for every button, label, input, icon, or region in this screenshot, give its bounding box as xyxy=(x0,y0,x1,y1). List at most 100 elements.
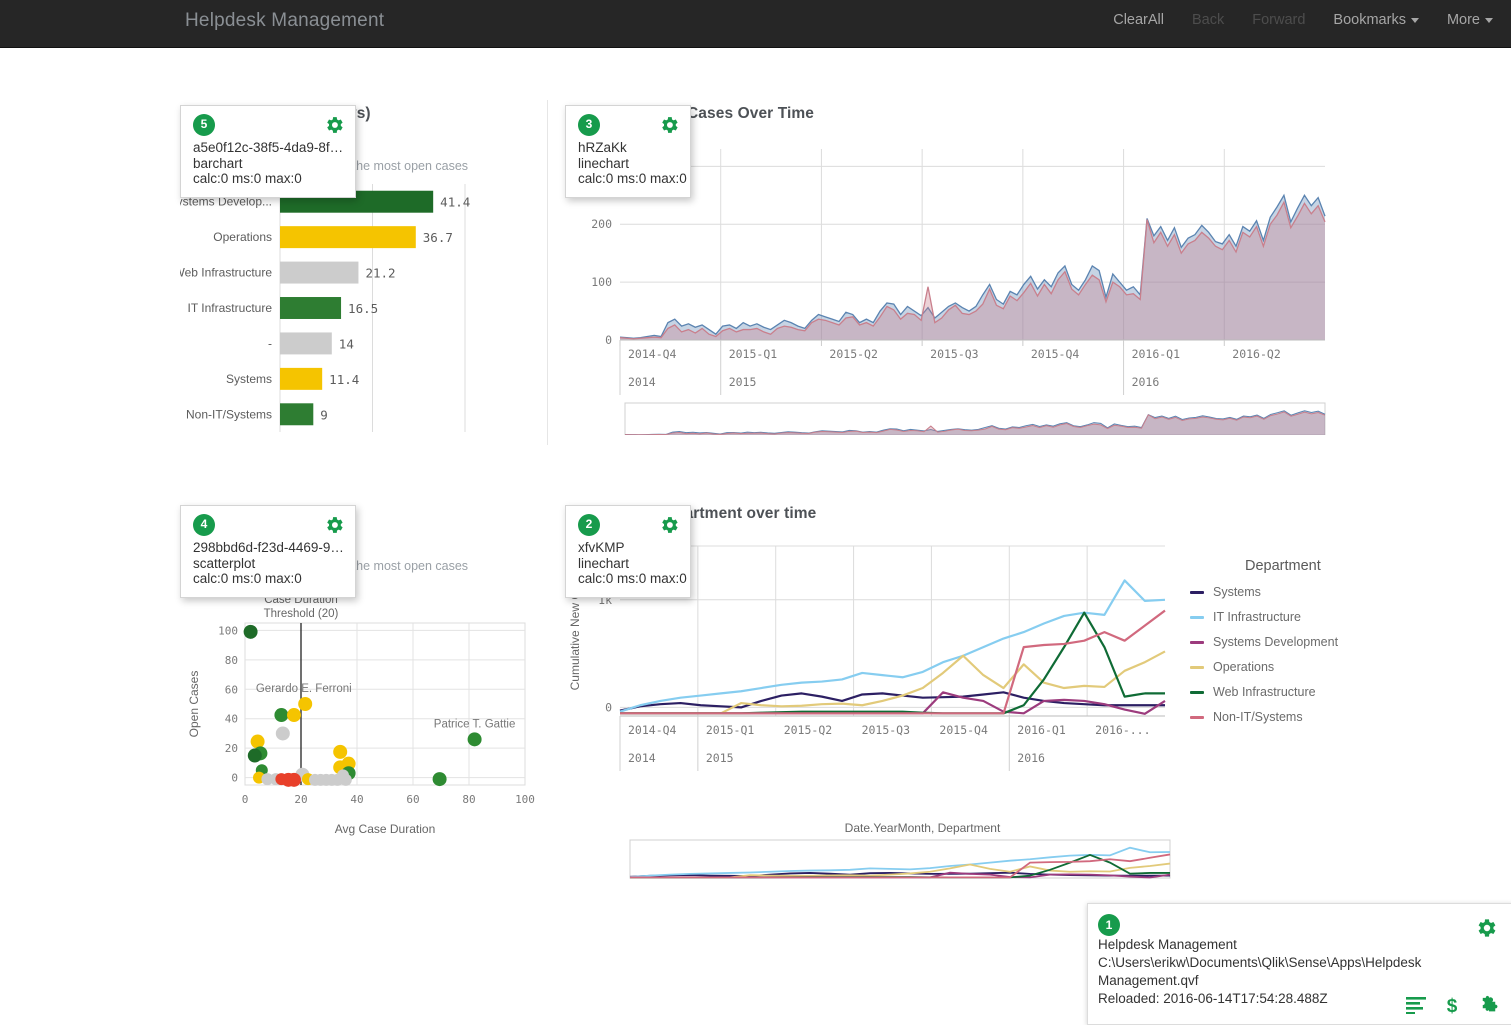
y-axis-tick-label: 100 xyxy=(218,624,238,637)
legend-item[interactable]: Systems xyxy=(1190,585,1338,599)
y-axis-tick-label: 0 xyxy=(605,333,612,347)
dollar-icon[interactable]: $ xyxy=(1444,994,1460,1016)
bar-category-label: - xyxy=(268,336,272,350)
object-info-type: barchart xyxy=(193,155,243,171)
app-info-card[interactable]: 1 Helpdesk Management C:\Users\erikw\Doc… xyxy=(1087,903,1511,1025)
object-info-box-area-linechart[interactable]: 3 hRZaKk linechart calc:0 ms:0 max:0 xyxy=(565,105,691,198)
object-info-box-scatterplot[interactable]: 4 298bbd6d-f23d-4469-9… scatterplot calc… xyxy=(180,505,356,598)
scatter-chart-plot[interactable]: 0 20 40 60 80 100 0 20 40 60 80 100 Case Duration Thr… xyxy=(180,585,550,845)
scatter-point[interactable] xyxy=(287,708,301,723)
gear-icon[interactable] xyxy=(658,514,680,536)
legend-color-swatch xyxy=(1190,640,1204,644)
object-info-badge: 3 xyxy=(578,114,600,136)
list-lines-icon[interactable] xyxy=(1406,996,1426,1014)
legend-item-label: Web Infrastructure xyxy=(1213,685,1316,699)
scatter-point[interactable] xyxy=(287,772,301,787)
bar-rect[interactable] xyxy=(280,367,323,390)
x-axis-tick-label: 2015-Q2 xyxy=(829,347,877,361)
y-axis-title: Open Cases xyxy=(187,671,201,738)
nav-item-forward[interactable]: Forward xyxy=(1252,12,1305,28)
scatter-point[interactable] xyxy=(247,748,262,763)
object-info-box-multiline[interactable]: 2 xfvKMP linechart calc:0 ms:0 max:0 xyxy=(565,505,691,598)
scatter-point[interactable] xyxy=(467,732,482,747)
scatter-point[interactable] xyxy=(275,726,290,741)
chevron-down-icon xyxy=(1410,17,1419,23)
gear-icon[interactable] xyxy=(658,114,680,136)
legend-color-swatch xyxy=(1190,715,1204,719)
object-info-stats: calc:0 ms:0 max:0 xyxy=(578,171,687,186)
bar-chart-plot[interactable]: Systems Develop...41.4Operations36.7Web … xyxy=(169,180,550,445)
reference-line-label: Threshold (20) xyxy=(264,608,339,620)
scatter-point-annotation: Gerardo E. Ferroni xyxy=(256,683,352,695)
area-series-fill[interactable] xyxy=(620,202,1325,340)
y-axis-tick-label: 0 xyxy=(605,700,612,714)
legend-item[interactable]: Operations xyxy=(1190,660,1338,674)
app-card-actions: $ xyxy=(1406,994,1500,1016)
nav-item-clearall[interactable]: ClearAll xyxy=(1113,12,1164,28)
bar-value-label: 9 xyxy=(320,407,328,422)
legend-item[interactable]: Web Infrastructure xyxy=(1190,685,1338,699)
multiline-chart-title: partment over time xyxy=(675,505,817,522)
scatter-point[interactable] xyxy=(333,744,348,759)
object-info-type: scatterplot xyxy=(193,555,256,571)
scatter-point[interactable] xyxy=(250,734,265,749)
object-info-badge: 5 xyxy=(193,114,215,136)
x-axis-tick-label: 2016-Q2 xyxy=(1232,347,1280,361)
legend-item[interactable]: Non-IT/Systems xyxy=(1190,710,1338,724)
scatter-point[interactable] xyxy=(298,697,313,711)
app-info-badge: 1 xyxy=(1098,914,1120,936)
legend-item[interactable]: Systems Development xyxy=(1190,635,1338,649)
y-axis-tick-label: 100 xyxy=(591,275,612,289)
object-info-stats: calc:0 ms:0 max:0 xyxy=(193,171,302,186)
x-axis-tick-label: 80 xyxy=(462,793,475,806)
puzzle-piece-icon[interactable] xyxy=(1478,994,1500,1016)
object-info-badge: 4 xyxy=(193,514,215,536)
x-axis-tick-label: 40 xyxy=(350,793,363,806)
object-info-badge: 2 xyxy=(578,514,600,536)
object-info-id: a5e0f12c-38f5-4da9-8f… xyxy=(193,140,344,155)
x-axis-year-label: 2016 xyxy=(1132,375,1160,389)
x-axis-tick-label: 2016-Q1 xyxy=(1017,723,1066,737)
bar-rect[interactable] xyxy=(280,297,342,319)
chevron-down-icon xyxy=(1485,17,1493,23)
bar-category-label: Non-IT/Systems xyxy=(186,407,272,421)
bar-rect[interactable] xyxy=(280,403,314,426)
scatter-point-annotation: Patrice T. Gattie xyxy=(434,718,516,730)
bar-rect[interactable] xyxy=(280,226,416,249)
y-axis-tick-label: 0 xyxy=(231,772,238,785)
nav-item-more[interactable]: More xyxy=(1447,12,1493,28)
legend-item[interactable]: IT Infrastructure xyxy=(1190,610,1338,624)
x-axis-tick-label: 2015-Q4 xyxy=(939,723,988,737)
scatter-point[interactable] xyxy=(339,773,352,786)
x-axis-year-label: 2016 xyxy=(1017,751,1045,765)
object-info-id: hRZaKk xyxy=(578,140,627,155)
legend-color-swatch xyxy=(1190,590,1204,594)
legend-item-label: Non-IT/Systems xyxy=(1213,710,1303,724)
y-axis-tick-label: 60 xyxy=(225,683,238,696)
nav-item-bookmarks[interactable]: Bookmarks xyxy=(1333,12,1419,28)
nav-item-back[interactable]: Back xyxy=(1192,12,1224,28)
x-axis-tick-label: 2015-Q3 xyxy=(930,347,979,361)
top-navigation-bar: Helpdesk Management ClearAll Back Forwar… xyxy=(0,0,1511,48)
x-axis-tick-label: 20 xyxy=(294,793,307,806)
object-info-type: linechart xyxy=(578,555,630,571)
object-info-stats: calc:0 ms:0 max:0 xyxy=(193,571,302,586)
app-brand-title: Helpdesk Management xyxy=(185,10,385,31)
scatter-point[interactable] xyxy=(432,772,447,787)
object-info-box-barchart[interactable]: 5 a5e0f12c-38f5-4da9-8f… barchart calc:0… xyxy=(180,105,356,198)
x-axis-year-label: 2015 xyxy=(706,751,734,765)
x-axis-title: Avg Case Duration xyxy=(335,822,436,836)
gear-icon[interactable] xyxy=(323,114,345,136)
bar-value-label: 41.4 xyxy=(440,195,470,210)
bar-category-label: Systems xyxy=(226,372,272,386)
x-axis-tick-label: 0 xyxy=(242,793,249,806)
y-axis-tick-label: 80 xyxy=(225,654,238,667)
scatter-point[interactable] xyxy=(274,708,289,723)
bar-rect[interactable] xyxy=(280,261,359,284)
bar-rect[interactable] xyxy=(280,332,332,355)
x-axis-tick-label: 2016-... xyxy=(1095,723,1150,737)
bar-category-label: IT Infrastructure xyxy=(188,301,273,315)
scatter-point[interactable] xyxy=(243,624,258,639)
x-axis-tick-label: 2015-Q1 xyxy=(729,347,778,361)
gear-icon[interactable] xyxy=(323,514,345,536)
